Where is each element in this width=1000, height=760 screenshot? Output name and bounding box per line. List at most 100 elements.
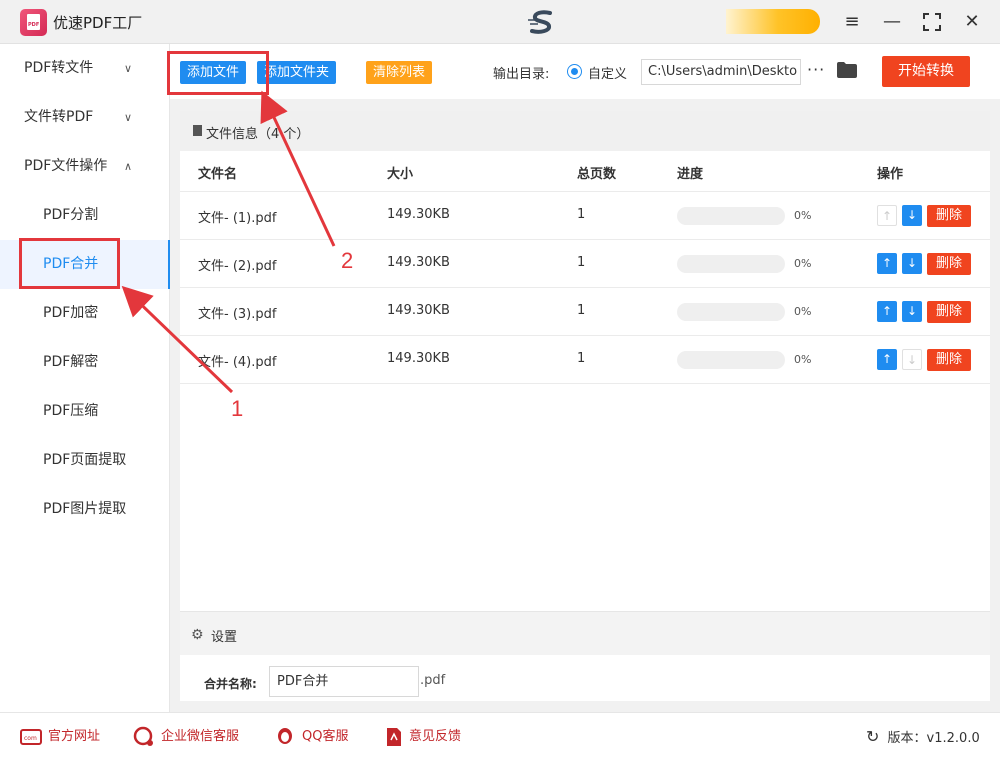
footer-link-label: 意见反馈 [409,729,462,744]
close-icon[interactable]: ✕ [960,10,984,34]
settings-body: 合并名称: PDF合并 .pdf [180,655,990,701]
file-size-cell: 149.30KB [387,303,450,318]
file-list-header: 文件信息（4 个） [180,111,990,151]
output-path-field[interactable]: C:\Users\admin\Deskto [641,59,801,85]
move-down-icon[interactable]: ↓ [902,205,922,226]
sidebar-group-file-to-pdf[interactable]: 文件转PDF ∨ [0,93,170,142]
custom-radio-label[interactable]: 自定义 [588,63,627,82]
footer-link-label: 企业微信客服 [161,729,240,744]
merge-name-input[interactable]: PDF合并 [269,666,419,697]
sidebar-item-pdf-page-extract[interactable]: PDF页面提取 [0,436,170,485]
file-count-title: 文件信息（4 个） [206,127,310,142]
sidebar-group-label: PDF转文件 [24,60,94,76]
chevron-up-icon: ∧ [124,160,133,173]
more-options-icon[interactable]: ··· [807,60,825,79]
column-header-actions: 操作 [877,167,904,182]
column-header-pages: 总页数 [577,167,617,182]
move-up-icon[interactable]: ↑ [877,301,897,322]
wechat-work-icon [133,726,153,746]
sidebar-group-label: PDF文件操作 [24,158,108,174]
toolbar: 添加文件 添加文件夹 清除列表 输出目录: 自定义 C:\Users\admin… [170,44,1000,99]
file-size-cell: 149.30KB [387,255,450,270]
column-header-progress: 进度 [677,167,704,182]
app-logo-icon: PDF [20,9,47,36]
annotation-box-add-file [167,51,269,95]
pdf-feedback-icon [387,728,401,746]
sidebar-item-pdf-split[interactable]: PDF分割 [0,191,170,240]
file-size-cell: 149.30KB [387,207,450,222]
file-list-panel: 文件信息（4 个） 文件名 大小 总页数 进度 操作 文件- (1).pdf 1… [180,111,990,611]
svg-text:com: com [24,735,37,742]
version-text: 版本：v1.2.0.0 [887,731,980,746]
table-row[interactable]: 文件- (1).pdf 149.30KB 1 0% ↑ ↓ 删除 [180,192,990,240]
progress-bar [677,351,785,369]
file-name-cell: 文件- (1).pdf [198,211,277,226]
delete-button[interactable]: 删除 [927,301,971,323]
menu-icon[interactable]: ≡ [840,10,864,34]
progress-percent: 0% [794,257,812,270]
column-header-size: 大小 [387,167,414,182]
move-up-icon[interactable]: ↑ [877,349,897,370]
minimize-icon[interactable]: — [880,10,904,34]
move-up-icon: ↑ [877,205,897,226]
merge-name-label: 合并名称: [204,677,257,691]
sidebar-group-label: 文件转PDF [24,109,94,125]
progress-bar [677,207,785,225]
website-icon: com [20,729,42,745]
app-title: 优速PDF工厂 [53,14,143,32]
sidebar: PDF转文件 ∨ 文件转PDF ∨ PDF文件操作 ∧ PDF分割 PDF合并 … [0,44,170,712]
progress-percent: 0% [794,305,812,318]
qq-icon [278,728,292,744]
start-convert-button[interactable]: 开始转换 [882,56,970,87]
delete-button[interactable]: 删除 [927,349,971,371]
merge-extension: .pdf [420,673,446,688]
footer-link-label: QQ客服 [302,729,349,744]
file-name-cell: 文件- (2).pdf [198,259,277,274]
move-down-icon[interactable]: ↓ [902,253,922,274]
sidebar-item-pdf-encrypt[interactable]: PDF加密 [0,289,170,338]
refresh-icon[interactable]: ↻ [866,727,879,746]
move-down-icon: ↓ [902,349,922,370]
annotation-number-2: 2 [341,248,354,273]
table-row[interactable]: 文件- (4).pdf 149.30KB 1 0% ↑ ↓ 删除 [180,336,990,384]
sidebar-item-pdf-image-extract[interactable]: PDF图片提取 [0,485,170,534]
sidebar-group-pdf-operations[interactable]: PDF文件操作 ∧ [0,142,170,191]
sidebar-item-pdf-decrypt[interactable]: PDF解密 [0,338,170,387]
maximize-icon[interactable] [920,10,944,34]
promo-banner[interactable] [726,9,820,34]
folder-icon[interactable] [837,62,857,78]
chevron-down-icon: ∨ [124,111,133,124]
main-area: 文件信息（4 个） 文件名 大小 总页数 进度 操作 文件- (1).pdf 1… [170,99,1000,712]
annotation-box-pdf-merge [19,238,120,289]
sidebar-item-pdf-compress[interactable]: PDF压缩 [0,387,170,436]
file-size-cell: 149.30KB [387,351,450,366]
move-up-icon[interactable]: ↑ [877,253,897,274]
app-window: PDF 优速PDF工厂 ≡ — ✕ PDF转文件 ∨ 文件转PDF ∨ PDF文… [0,0,1000,760]
delete-button[interactable]: 删除 [927,253,971,275]
divider [180,383,990,384]
sidebar-group-pdf-to-file[interactable]: PDF转文件 ∨ [0,44,170,93]
move-down-icon[interactable]: ↓ [902,301,922,322]
file-name-cell: 文件- (3).pdf [198,307,277,322]
footer-link-label: 官方网址 [48,729,101,744]
title-bar: PDF 优速PDF工厂 ≡ — ✕ [0,0,1000,44]
column-header-name: 文件名 [198,167,238,182]
file-pages-cell: 1 [577,351,586,366]
version-info: ↻ 版本：v1.2.0.0 [866,713,980,760]
custom-radio[interactable] [567,64,582,79]
footer: com 官方网址 企业微信客服 QQ客服 意见反馈 ↻ 版本：v1.2.0.0 [0,712,1000,760]
table-row[interactable]: 文件- (3).pdf 149.30KB 1 0% ↑ ↓ 删除 [180,288,990,336]
settings-header: ⚙ 设置 [180,611,990,655]
table-row[interactable]: 文件- (2).pdf 149.30KB 1 0% ↑ ↓ 删除 [180,240,990,288]
chevron-down-icon: ∨ [124,62,133,75]
gear-icon: ⚙ [191,627,204,643]
file-pages-cell: 1 [577,255,586,270]
document-icon [193,125,202,136]
file-pages-cell: 1 [577,303,586,318]
delete-button[interactable]: 删除 [927,205,971,227]
file-name-cell: 文件- (4).pdf [198,355,277,370]
brand-s-icon [528,10,552,34]
file-pages-cell: 1 [577,207,586,222]
clear-list-button[interactable]: 清除列表 [366,61,433,84]
progress-bar [677,255,785,273]
